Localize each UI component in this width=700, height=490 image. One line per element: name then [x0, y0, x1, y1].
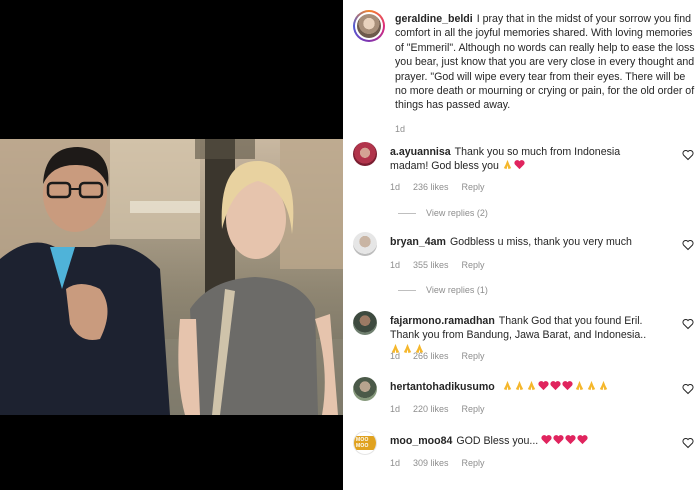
red-heart-emoji [562, 381, 573, 391]
replies-divider [398, 290, 416, 292]
comment-likes[interactable]: 236 likes [413, 182, 449, 192]
comment-emoji [502, 160, 526, 172]
comment-timestamp[interactable]: 1d [390, 260, 400, 270]
author-avatar[interactable] [353, 10, 385, 42]
avatar[interactable] [353, 142, 377, 166]
comment-emoji [541, 435, 589, 447]
like-heart-icon[interactable] [682, 149, 694, 161]
like-heart-icon[interactable] [682, 239, 694, 251]
avatar[interactable] [353, 232, 377, 256]
comment-body: GOD Bless you... [456, 435, 539, 447]
view-replies-button[interactable]: View replies (2) [398, 208, 488, 218]
reply-button[interactable]: Reply [462, 351, 485, 361]
caption-text-block: geraldine_beldi I pray that in the midst … [395, 12, 695, 113]
avatar[interactable] [353, 311, 377, 335]
folded-hands-emoji [503, 380, 511, 391]
comment-text-block: moo_moo84 GOD Bless you... [390, 434, 660, 448]
folded-hands-emoji [503, 160, 512, 170]
comment-username[interactable]: fajarmono.ramadhan [390, 315, 495, 327]
comment-timestamp[interactable]: 1d [390, 182, 400, 192]
view-replies-label[interactable]: View replies (1) [426, 285, 488, 295]
folded-hands-emoji [527, 380, 535, 391]
avatar[interactable]: MOO MOO [353, 431, 377, 455]
comment-timestamp[interactable]: 1d [390, 458, 400, 468]
comment-text-block: a.ayuannisa Thank you so much from Indone… [390, 145, 660, 174]
avatar[interactable] [353, 377, 377, 401]
comment-meta: 1d 309 likes Reply [390, 458, 498, 468]
comment-meta: 1d 236 likes Reply [390, 182, 498, 192]
comment-emoji [502, 380, 610, 393]
folded-hands-emoji [599, 380, 607, 391]
folded-hands-emoji [587, 380, 595, 391]
comment-meta: 1d 266 likes Reply [390, 351, 498, 361]
comments-panel: geraldine_beldi I pray that in the midst … [343, 0, 700, 490]
reply-button[interactable]: Reply [462, 458, 485, 468]
comment-likes[interactable]: 309 likes [413, 458, 449, 468]
comment-username[interactable]: a.ayuannisa [390, 146, 451, 158]
red-heart-emoji [541, 435, 552, 445]
reply-button[interactable]: Reply [462, 404, 485, 414]
comment-meta: 1d 220 likes Reply [390, 404, 498, 414]
like-heart-icon[interactable] [682, 437, 694, 449]
red-heart-emoji [553, 435, 564, 445]
comment-timestamp[interactable]: 1d [390, 404, 400, 414]
comment-username[interactable]: hertantohadikusumo [390, 381, 495, 393]
comment-meta: 1d 355 likes Reply [390, 260, 498, 270]
like-heart-icon[interactable] [682, 318, 694, 330]
folded-hands-emoji [575, 380, 583, 391]
like-heart-icon[interactable] [682, 383, 694, 395]
red-heart-emoji [538, 381, 549, 391]
comment-text-block: hertantohadikusumo [390, 380, 660, 394]
caption-body: I pray that in the midst of your sorrow … [395, 13, 695, 112]
red-heart-emoji [514, 160, 525, 170]
comment-username[interactable]: bryan_4am [390, 236, 446, 248]
replies-divider [398, 213, 416, 215]
reply-button[interactable]: Reply [462, 260, 485, 270]
post-photo-illustration [0, 139, 343, 415]
caption-username[interactable]: geraldine_beldi [395, 13, 473, 25]
comment-body: Godbless u miss, thank you very much [449, 236, 632, 248]
view-replies-label[interactable]: View replies (2) [426, 208, 488, 218]
view-replies-button[interactable]: View replies (1) [398, 285, 488, 295]
post-photo [0, 139, 343, 415]
comment-timestamp[interactable]: 1d [390, 351, 400, 361]
caption-timestamp[interactable]: 1d [395, 124, 405, 134]
folded-hands-emoji [515, 380, 523, 391]
post-media [0, 0, 343, 490]
red-heart-emoji [565, 435, 576, 445]
comment-text-block: bryan_4am Godbless u miss, thank you very… [390, 235, 660, 249]
comment-username[interactable]: moo_moo84 [390, 435, 452, 447]
comment-likes[interactable]: 220 likes [413, 404, 449, 414]
comment-likes[interactable]: 266 likes [413, 351, 449, 361]
red-heart-emoji [550, 381, 561, 391]
comment-likes[interactable]: 355 likes [413, 260, 449, 270]
avatar-brand-logo: MOO MOO [354, 436, 376, 450]
red-heart-emoji [577, 435, 588, 445]
reply-button[interactable]: Reply [462, 182, 485, 192]
